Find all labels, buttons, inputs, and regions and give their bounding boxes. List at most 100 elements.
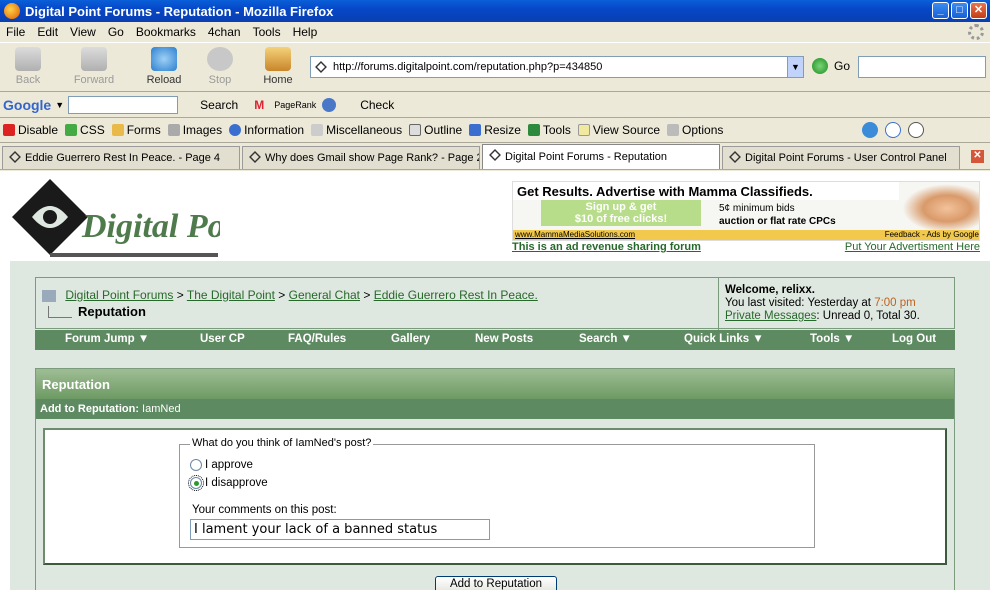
menu-help[interactable]: Help: [287, 25, 324, 39]
url-bar[interactable]: http://forums.digitalpoint.com/reputatio…: [310, 56, 804, 78]
tab-label: Digital Point Forums - User Control Pane…: [745, 152, 947, 164]
google-query-input[interactable]: [68, 95, 179, 114]
about-icon[interactable]: [885, 122, 902, 138]
crumb-eddie-guerrero[interactable]: Eddie Guerrero Rest In Peace.: [374, 288, 538, 302]
menu-gallery[interactable]: Gallery: [391, 333, 430, 345]
minimize-button[interactable]: _: [932, 2, 949, 19]
validate-icon[interactable]: [862, 122, 879, 138]
maximize-button[interactable]: □: [951, 2, 968, 19]
tab-reputation[interactable]: Digital Point Forums - Reputation: [482, 144, 720, 169]
ad-footer: www.MammaMediaSolutions.com Feedback - A…: [513, 230, 979, 240]
dev-information[interactable]: Information: [229, 123, 304, 137]
home-button[interactable]: Home: [252, 47, 304, 86]
images-icon: [167, 124, 180, 136]
options-icon: [667, 124, 680, 136]
throbber-icon: [968, 24, 984, 40]
info-icon[interactable]: [322, 97, 337, 112]
spellcheck-button[interactable]: Check: [360, 98, 394, 112]
welcome-user: Welcome, relixx.: [725, 284, 815, 296]
menu-faq-rules[interactable]: FAQ/Rules: [288, 333, 346, 345]
reload-button[interactable]: Reload: [138, 47, 190, 86]
pagerank-label: PageRank: [274, 99, 317, 110]
tab-eddie-guerrero[interactable]: Eddie Guerrero Rest In Peace. - Page 4: [2, 146, 240, 169]
menu-tools[interactable]: Tools: [247, 25, 287, 39]
menu-view[interactable]: View: [64, 25, 102, 39]
disapprove-radio[interactable]: I disapprove: [188, 475, 268, 491]
ad-banner[interactable]: Get Results. Advertise with Mamma Classi…: [512, 181, 980, 241]
dev-resize[interactable]: Resize: [469, 123, 521, 137]
reload-label: Reload: [146, 74, 182, 86]
page-title: Reputation: [78, 304, 146, 319]
pm-counts: : Unread 0, Total 30.: [816, 310, 920, 322]
approve-radio[interactable]: I approve: [190, 459, 253, 471]
tree-branch-icon: [48, 306, 72, 318]
tab-user-control-panel[interactable]: Digital Point Forums - User Control Pane…: [722, 146, 960, 169]
crumb-the-digital-point[interactable]: The Digital Point: [187, 288, 275, 302]
ad-sharing-link[interactable]: This is an ad revenue sharing forum: [512, 241, 701, 253]
forum-home-icon[interactable]: [42, 289, 56, 302]
dev-options[interactable]: Options: [667, 123, 723, 137]
menu-tools[interactable]: Tools ▼: [810, 333, 854, 345]
menu-log-out[interactable]: Log Out: [892, 333, 936, 345]
last-visited-label: You last visited: Yesterday at: [725, 297, 875, 309]
digital-point-logo[interactable]: Digital Point: [10, 177, 220, 261]
menu-new-posts[interactable]: New Posts: [475, 333, 533, 345]
dev-images[interactable]: Images: [167, 123, 222, 137]
url-dropdown-icon[interactable]: ▼: [787, 57, 803, 77]
dev-disable[interactable]: Disable: [3, 123, 58, 137]
ad-offer-line1: Sign up & get: [585, 201, 657, 213]
close-button[interactable]: ✕: [970, 2, 987, 19]
private-messages-link[interactable]: Private Messages: [725, 310, 816, 322]
crumb-general-chat[interactable]: General Chat: [289, 288, 360, 302]
menu-edit[interactable]: Edit: [31, 25, 64, 39]
comment-input[interactable]: [190, 519, 490, 540]
menu-user-cp[interactable]: User CP: [200, 333, 245, 345]
approve-radio-circle[interactable]: [190, 459, 202, 471]
google-search-button[interactable]: Search: [200, 98, 238, 112]
menu-go[interactable]: Go: [102, 25, 130, 39]
menu-forum-jump[interactable]: Forum Jump ▼: [65, 333, 149, 345]
stop-icon: [207, 47, 233, 71]
ad-feedback-link[interactable]: Feedback - Ads by Google: [885, 230, 979, 240]
dev-tools[interactable]: Tools: [527, 123, 571, 137]
google-search-box[interactable]: [858, 56, 986, 78]
back-button[interactable]: Back: [2, 47, 54, 86]
reputation-form-area: What do you think of IamNed's post? I ap…: [43, 428, 947, 565]
google-menu-chevron-icon[interactable]: ▼: [55, 100, 64, 110]
menu-4chan[interactable]: 4chan: [202, 25, 247, 39]
stop-label: Stop: [208, 74, 232, 86]
resize-icon: [469, 124, 482, 136]
menu-file[interactable]: File: [0, 25, 31, 39]
close-tab-icon[interactable]: ✕: [971, 150, 984, 163]
stop-button[interactable]: Stop: [194, 47, 246, 86]
web-developer-toolbar: Disable CSS Forms Images Information Mis…: [0, 118, 990, 143]
dev-css[interactable]: CSS: [65, 123, 105, 137]
disable-icon: [3, 124, 15, 136]
last-visited: You last visited: Yesterday at 7:00 pm: [725, 297, 955, 310]
gmail-icon[interactable]: M: [254, 98, 264, 112]
tab-gmail-pagerank[interactable]: Why does Gmail show Page Rank? - Page 2: [242, 146, 480, 169]
back-label: Back: [15, 74, 41, 86]
page-viewport: Digital Point Get Results. Advertise wit…: [0, 171, 990, 590]
go-arrow-icon: [812, 58, 828, 74]
crumb-digital-point-forums[interactable]: Digital Point Forums: [65, 288, 173, 302]
play-icon[interactable]: [908, 122, 925, 138]
forward-button[interactable]: Forward: [68, 47, 120, 86]
disapprove-radio-circle[interactable]: [188, 475, 204, 491]
menu-quick-links[interactable]: Quick Links ▼: [684, 333, 764, 345]
dev-forms[interactable]: Forms: [111, 123, 161, 137]
menu-search[interactable]: Search ▼: [579, 333, 632, 345]
logo-text: Digital Point: [81, 208, 220, 245]
dev-outline[interactable]: Outline: [409, 123, 462, 137]
dev-miscellaneous[interactable]: Miscellaneous: [311, 123, 402, 137]
menu-bookmarks[interactable]: Bookmarks: [130, 25, 202, 39]
reputation-fieldset: What do you think of IamNed's post? I ap…: [179, 437, 815, 548]
go-button[interactable]: Go: [812, 58, 850, 74]
dev-view-source[interactable]: View Source: [577, 123, 660, 137]
add-to-reputation-button[interactable]: Add to Reputation: [435, 576, 557, 590]
ad-site-link[interactable]: www.MammaMediaSolutions.com: [515, 230, 635, 240]
put-ad-link[interactable]: Put Your Advertisment Here: [845, 241, 980, 253]
google-logo[interactable]: Google: [3, 97, 51, 113]
forward-label: Forward: [73, 74, 115, 86]
information-icon: [229, 124, 242, 136]
